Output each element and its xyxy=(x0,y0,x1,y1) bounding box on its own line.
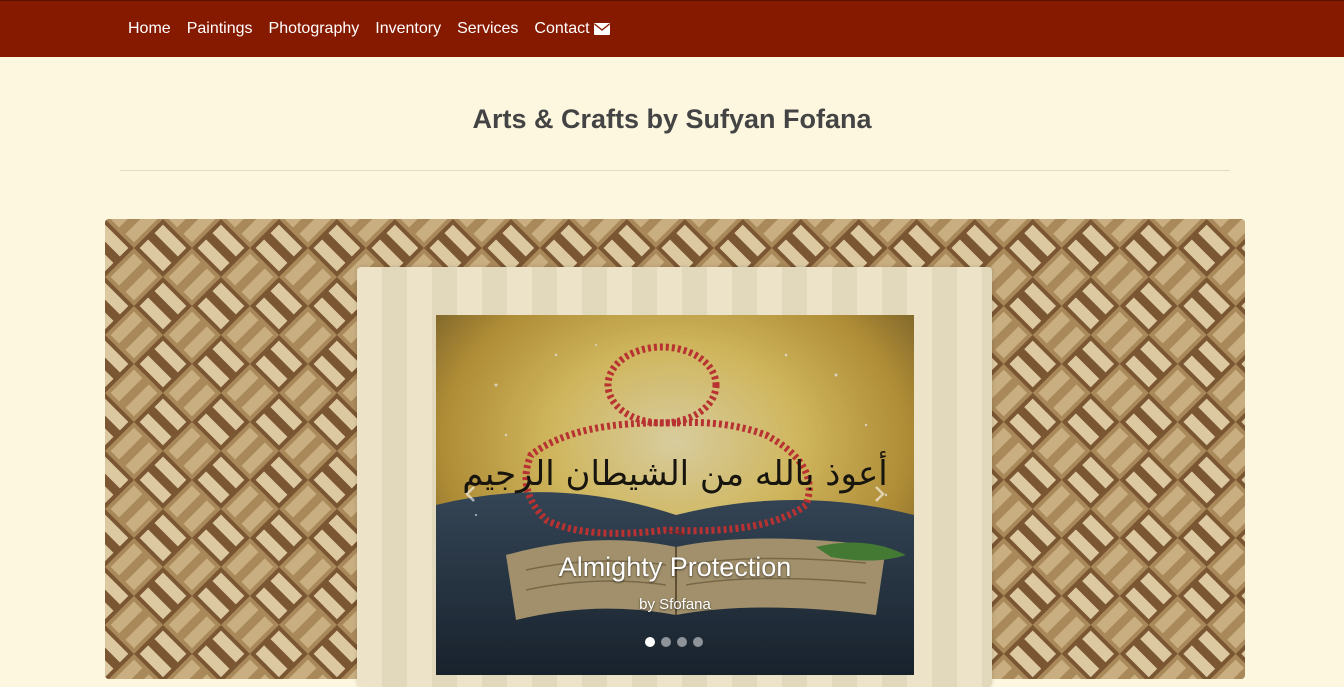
page-title: Arts & Crafts by Sufyan Fofana xyxy=(472,104,872,134)
title-divider xyxy=(120,170,1230,171)
nav-item-label: Inventory xyxy=(375,20,442,37)
nav-item-label: Contact xyxy=(534,20,590,37)
nav-item-photography[interactable]: Photography xyxy=(261,1,368,57)
slide-title: Almighty Protection xyxy=(558,552,792,582)
painting-almighty-protection: أعوذ بالله من الشيطان الرجيم xyxy=(436,315,914,675)
carousel-indicator[interactable] xyxy=(677,637,687,647)
top-navbar: Home Paintings Photography Inventory Ser… xyxy=(0,0,1344,57)
nav-item-inventory[interactable]: Inventory xyxy=(367,1,449,57)
envelope-icon xyxy=(593,23,610,35)
nav-item-label: Paintings xyxy=(186,20,253,37)
carousel-indicator[interactable] xyxy=(693,637,703,647)
carousel-slide-image[interactable]: أعوذ بالله من الشيطان الرجيم xyxy=(436,315,914,675)
nav-item-services[interactable]: Services xyxy=(449,1,526,57)
slide-subtitle: by Sfofana xyxy=(639,596,711,613)
carousel-indicators xyxy=(645,637,703,647)
chevron-left-icon[interactable] xyxy=(459,480,483,508)
carousel-indicator[interactable] xyxy=(661,637,671,647)
nav-item-label: Services xyxy=(457,20,519,37)
nav-item-label: Home xyxy=(128,20,171,37)
nav-menu: Home Paintings Photography Inventory Ser… xyxy=(120,1,618,57)
nav-item-label: Photography xyxy=(268,20,360,37)
nav-item-paintings[interactable]: Paintings xyxy=(179,1,261,57)
carousel-indicator[interactable] xyxy=(645,637,655,647)
nav-item-contact[interactable]: Contact xyxy=(526,1,617,57)
chevron-right-icon[interactable] xyxy=(867,480,891,508)
nav-item-home[interactable]: Home xyxy=(120,1,179,57)
